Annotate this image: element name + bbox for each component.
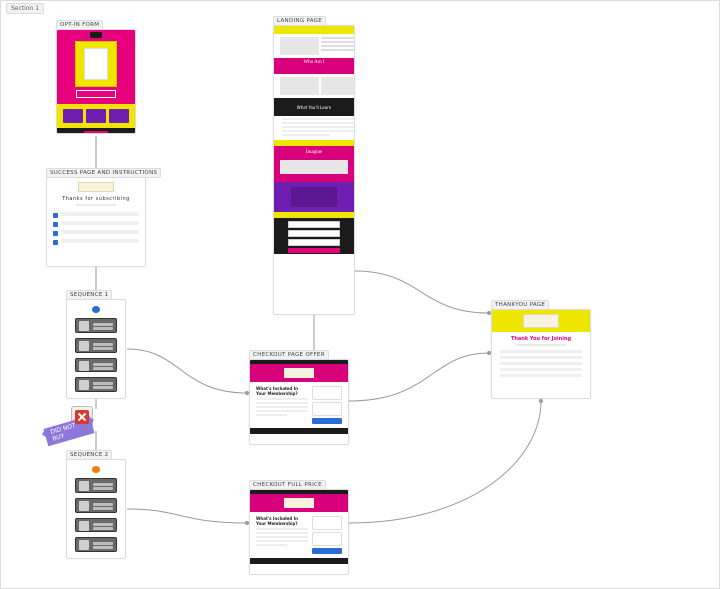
thumb-seq2 xyxy=(66,459,126,559)
node-label: Landing page xyxy=(273,16,326,26)
thumb-checkout-offer: What's Included In Your Membership? xyxy=(249,359,349,445)
thumb-checkout-full: What's Included In Your Membership? xyxy=(249,489,349,575)
did-not-buy[interactable]: DID NOT BUY xyxy=(71,406,93,428)
node-label: SEQUENCE 2 xyxy=(66,450,112,460)
section-tab: Section 1 xyxy=(6,3,44,14)
node-label: SEQUENCE 1 xyxy=(66,290,112,300)
funnel-canvas[interactable]: Section 1 xyxy=(0,0,720,589)
node-label: CHECKOUT PAGE OFFER xyxy=(249,350,329,360)
thumb-seq1 xyxy=(66,299,126,399)
node-checkout-full[interactable]: CHECKOUT FULL PRICE What's Included In Y… xyxy=(249,489,349,575)
thumb-optin xyxy=(56,29,136,134)
node-landing[interactable]: Landing page Who Am I What You'll Learn … xyxy=(273,25,355,315)
node-checkout-offer[interactable]: CHECKOUT PAGE OFFER What's Included In Y… xyxy=(249,359,349,445)
node-success[interactable]: SUCCESS PAGE AND INSTRUCTIONS Thanks for… xyxy=(46,177,146,267)
node-seq2[interactable]: SEQUENCE 2 xyxy=(66,459,126,559)
thumb-landing: Who Am I What You'll Learn Imagine xyxy=(273,25,355,315)
node-label: CHECKOUT FULL PRICE xyxy=(249,480,326,490)
node-seq1[interactable]: SEQUENCE 1 xyxy=(66,299,126,399)
node-thankyou[interactable]: THANKYOU PAGE Thank You for Joining xyxy=(491,309,591,399)
node-optin[interactable]: OPT-IN FORM xyxy=(56,29,136,134)
thumb-success: Thanks for subscribing xyxy=(46,177,146,267)
node-label: SUCCESS PAGE AND INSTRUCTIONS xyxy=(46,168,161,178)
node-label: THANKYOU PAGE xyxy=(491,300,549,310)
node-label: OPT-IN FORM xyxy=(56,20,103,30)
thumb-thankyou: Thank You for Joining xyxy=(491,309,591,399)
